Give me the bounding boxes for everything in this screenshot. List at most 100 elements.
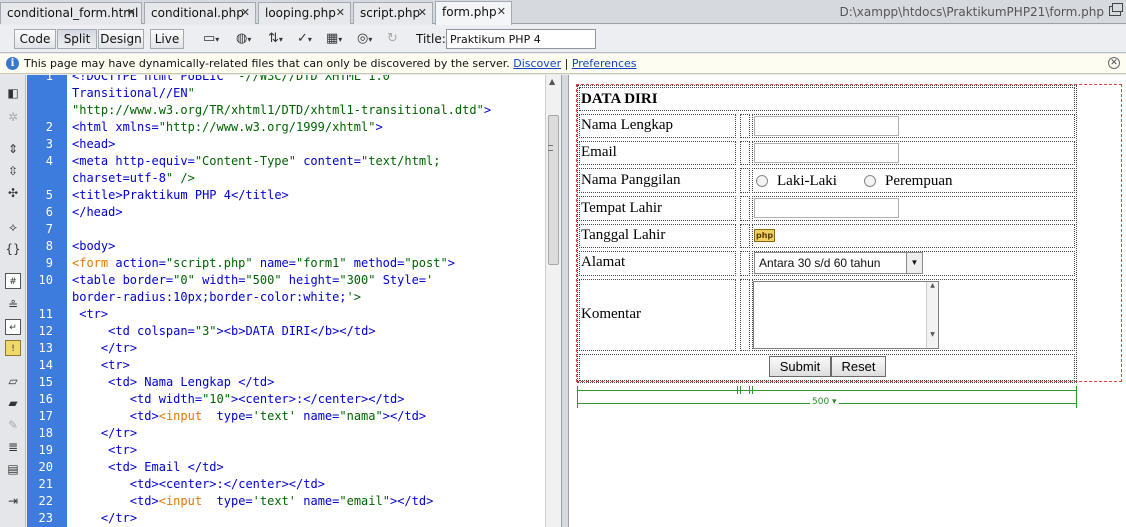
- visual-aids-icon[interactable]: ▦▾: [326, 31, 348, 47]
- code-line[interactable]: <td><input type='text' name="email"></td…: [72, 493, 434, 510]
- dynamic-files-infobar: i This page may have dynamically-related…: [0, 54, 1126, 74]
- discover-link[interactable]: Discover: [513, 57, 561, 70]
- show-code-navigator-icon[interactable]: ✲: [5, 109, 21, 125]
- tab-script-php[interactable]: script.php ✕: [353, 2, 433, 24]
- close-icon[interactable]: ✕: [418, 3, 427, 23]
- code-view-button[interactable]: Code: [14, 29, 56, 49]
- split-view-button[interactable]: Split: [57, 29, 97, 49]
- code-line[interactable]: <tr>: [72, 357, 130, 374]
- highlight-invalid-code-icon[interactable]: ≗: [5, 297, 21, 313]
- preferences-link[interactable]: Preferences: [572, 57, 637, 70]
- textarea-scrollbar[interactable]: ▲ ▼: [926, 282, 938, 348]
- submit-button[interactable]: Submit: [769, 356, 831, 377]
- code-line[interactable]: <meta http-equiv="Content-Type" content=…: [72, 153, 441, 170]
- table-cell[interactable]: [740, 224, 750, 248]
- close-icon[interactable]: ✕: [241, 3, 250, 23]
- alamat-select[interactable]: Antara 30 s/d 60 tahun ▼: [754, 252, 923, 274]
- table-cell[interactable]: [740, 114, 750, 138]
- restore-window-icon[interactable]: [1109, 3, 1123, 16]
- radio-laki-laki[interactable]: [756, 175, 768, 187]
- code-line[interactable]: border-radius:10px;border-color:white;'>: [72, 289, 361, 306]
- collapse-selection-icon[interactable]: ⇳: [5, 163, 21, 179]
- code-line[interactable]: <body>: [72, 238, 115, 255]
- email-input[interactable]: [754, 143, 899, 163]
- design-view-button[interactable]: Design: [98, 29, 144, 49]
- page-title-input[interactable]: [446, 29, 596, 49]
- form-table[interactable]: DATA DIRI Nama Lengkap Email Nama Panggi…: [577, 85, 1077, 383]
- tab-looping-php[interactable]: looping.php ✕: [258, 2, 351, 24]
- open-documents-icon[interactable]: ◧: [5, 85, 21, 101]
- line-number: [27, 170, 53, 187]
- multiscreen-icon[interactable]: ▭▾: [203, 31, 225, 47]
- code-line[interactable]: </tr>: [72, 510, 137, 527]
- select-parent-tag-icon[interactable]: ⟡: [5, 219, 21, 235]
- check-browser-compat-icon[interactable]: ◎▾: [357, 31, 379, 47]
- recent-snippets-icon[interactable]: ≣: [5, 439, 21, 455]
- radio-perempuan[interactable]: [864, 175, 876, 187]
- code-line[interactable]: <td width="10"><center>:</center></td>: [72, 391, 405, 408]
- table-cell[interactable]: [740, 196, 750, 221]
- table-cell[interactable]: [740, 168, 750, 193]
- live-view-button[interactable]: Live: [150, 29, 184, 49]
- nama-input[interactable]: [754, 116, 899, 136]
- design-view[interactable]: DATA DIRI Nama Lengkap Email Nama Panggi…: [569, 75, 1126, 527]
- scroll-up-icon[interactable]: ▲: [549, 77, 555, 86]
- code-line[interactable]: <td><center>:</center></td>: [72, 476, 325, 493]
- code-vertical-scrollbar[interactable]: ▲: [545, 75, 561, 527]
- code-line[interactable]: <html xmlns="http://www.w3.org/1999/xhtm…: [72, 119, 383, 136]
- close-infobar-icon[interactable]: ✕: [1108, 57, 1120, 69]
- code-line[interactable]: <tr>: [72, 306, 108, 323]
- table-cell[interactable]: [752, 224, 1075, 248]
- code-line[interactable]: <title>Praktikum PHP 4</title>: [72, 187, 289, 204]
- code-line[interactable]: </tr>: [72, 425, 137, 442]
- code-line[interactable]: <td colspan="3"><b>DATA DIRI</b></td>: [72, 323, 375, 340]
- code-line[interactable]: charset=utf-8" />: [72, 170, 195, 187]
- table-cell[interactable]: [740, 279, 750, 351]
- close-icon[interactable]: ✕: [127, 3, 136, 23]
- chevron-down-icon[interactable]: ▼: [906, 253, 922, 273]
- code-line[interactable]: <!DOCTYPE html PUBLIC "-//W3C//DTD XHTML…: [72, 75, 390, 85]
- code-line[interactable]: <td> Nama Lengkap </td>: [72, 374, 274, 391]
- tab-conditional-php[interactable]: conditional.php ✕: [144, 2, 256, 24]
- code-line[interactable]: </head>: [72, 204, 123, 221]
- move-css-icon[interactable]: ▤: [5, 461, 21, 477]
- code-line[interactable]: Transitional//EN": [72, 85, 195, 102]
- split-view-divider[interactable]: [561, 75, 569, 527]
- code-line[interactable]: "http://www.w3.org/TR/xhtml1/DTD/xhtml1-…: [72, 102, 491, 119]
- table-width-label[interactable]: 500 ▾: [810, 397, 839, 407]
- code-line[interactable]: <tr>: [72, 442, 137, 459]
- indent-code-icon[interactable]: ⇥: [5, 493, 21, 509]
- tab-conditional-form-html[interactable]: conditional_form.html ✕: [0, 2, 142, 24]
- tab-form-php[interactable]: form.php ✕: [435, 1, 512, 25]
- table-cell[interactable]: [740, 251, 750, 276]
- close-icon[interactable]: ✕: [497, 2, 506, 22]
- preview-in-browser-icon[interactable]: ◍▾: [236, 31, 258, 47]
- code-line[interactable]: <table border="0" width="500" height="30…: [72, 272, 433, 289]
- line-numbers-icon[interactable]: #: [5, 273, 21, 289]
- file-management-icon[interactable]: ⇅▾: [268, 31, 290, 47]
- apply-comment-icon[interactable]: ▱: [5, 373, 21, 389]
- balance-braces-icon[interactable]: {}: [5, 241, 21, 257]
- reset-button[interactable]: Reset: [831, 356, 886, 377]
- remove-comment-icon[interactable]: ▰: [5, 395, 21, 411]
- komentar-textarea[interactable]: ▲ ▼: [753, 281, 939, 349]
- tempat-lahir-input[interactable]: [754, 198, 899, 218]
- refresh-icon[interactable]: ↻: [387, 31, 409, 47]
- code-line[interactable]: <td> Email </td>: [72, 459, 224, 476]
- code-line[interactable]: <head>: [72, 136, 115, 153]
- code-line[interactable]: <td><input type='text' name="nama"></td>: [72, 408, 426, 425]
- close-icon[interactable]: ✕: [336, 3, 345, 23]
- table-cell[interactable]: [740, 141, 750, 165]
- w3c-validation-icon[interactable]: ✓▾: [297, 31, 319, 47]
- syntax-error-alerts-icon[interactable]: !: [5, 340, 21, 356]
- code-line[interactable]: </tr>: [72, 340, 137, 357]
- expand-all-icon[interactable]: ✣: [5, 185, 21, 201]
- code-editor[interactable]: <!DOCTYPE html PUBLIC "-//W3C//DTD XHTML…: [67, 75, 545, 527]
- line-number: 10: [38, 273, 53, 287]
- php-code-icon[interactable]: php: [754, 229, 776, 242]
- wrap-tag-icon[interactable]: ✎: [5, 417, 21, 433]
- code-line[interactable]: <form action="script.php" name="form1" m…: [72, 255, 455, 272]
- word-wrap-icon[interactable]: ↵: [5, 319, 21, 335]
- collapse-full-tag-icon[interactable]: ⇕: [5, 141, 21, 157]
- scroll-thumb[interactable]: [548, 115, 559, 265]
